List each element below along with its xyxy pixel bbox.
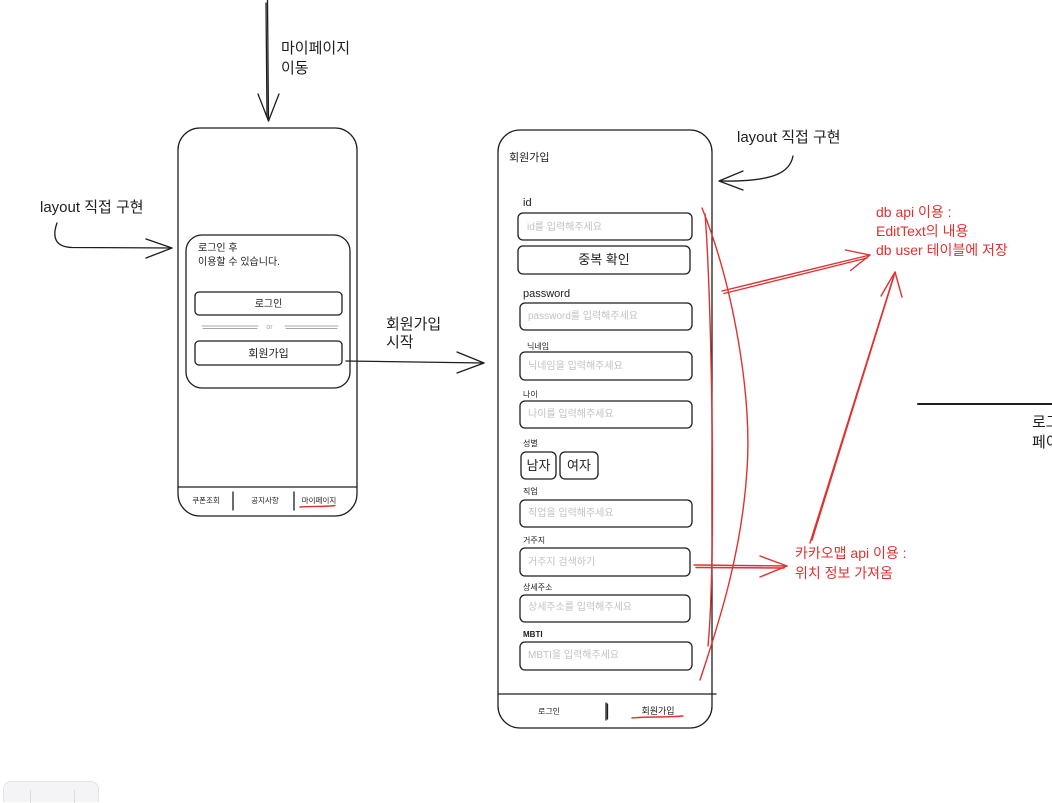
id-input[interactable]: id를 입력해주세요 [517, 212, 693, 241]
nickname-input[interactable]: 닉네임을 입력해주세요 [519, 351, 693, 381]
gender-female-button[interactable]: 여자 [559, 451, 599, 480]
login-button[interactable]: 로그인 [194, 291, 343, 316]
divider-line-left [201, 325, 259, 329]
kakao-note-line-2: 위치 정보 가져옴 [795, 565, 893, 581]
field-label-password: password [523, 288, 570, 300]
field-label-nickname: 닉네임 [527, 342, 549, 351]
bottom-nav: 로그인 회원가입 [538, 702, 684, 721]
active-tab-underline [299, 504, 336, 508]
login-notice-line-2: 이용할 수 있습니다. [198, 256, 280, 268]
signup-start-label-line-2: 시작 [386, 334, 414, 351]
job-input[interactable]: 직업을 입력해주세요 [519, 499, 693, 528]
password-input[interactable]: password를 입력해주세요 [519, 302, 693, 331]
to-mypage-label-line-1: 마이페이지 [281, 40, 350, 57]
offscreen-note-line-2: 페이 [1032, 434, 1052, 451]
duplicate-check-label[interactable]: 중복 확인 [578, 252, 629, 267]
password-input-placeholder: password를 입력해주세요 [528, 309, 638, 322]
mbti-input[interactable]: MBTI을 입력해주세요 [519, 641, 693, 671]
zoom-control-divider [30, 790, 31, 803]
detail-address-input-placeholder: 상세주소를 입력해주세요 [528, 600, 632, 613]
field-label-residence: 거주지 [523, 536, 545, 545]
gender-female-label[interactable]: 여자 [567, 458, 591, 473]
to-mypage-arrow [257, 0, 280, 122]
detail-address-input[interactable]: 상세주소를 입력해주세요 [519, 594, 691, 623]
phone-frame [177, 127, 358, 517]
field-label-gender: 성별 [523, 438, 538, 448]
bottom-nav: 쿠폰조회 공지사항 마이페이지 [192, 491, 337, 511]
signup-start-label-line-1: 회원가입 [386, 316, 441, 333]
signup-button[interactable]: 회원가입 [194, 340, 343, 366]
or-divider: or [201, 324, 339, 331]
login-notice-line-1: 로그인 후 [198, 242, 238, 254]
db-note-line-3: db user 테이블에 저장 [876, 242, 1008, 258]
field-label-id: id [523, 197, 532, 209]
tab-separator [605, 702, 609, 721]
signup-start-arrow [345, 351, 485, 374]
kakao-note-line-1: 카카오맵 api 이용 : [795, 545, 907, 561]
whiteboard-canvas: 마이페이지 이동 layout 직접 구현 로그인 후 이용할 수 있습니다. … [40, 0, 1052, 729]
db-note-line-1: db api 이용 : [876, 204, 952, 220]
offscreen-note-line-1: 로그 [1032, 414, 1052, 431]
left-layout-note: layout 직접 구현 [40, 199, 144, 216]
signup-button-label[interactable]: 회원가입 [248, 347, 288, 360]
login-button-label[interactable]: 로그인 [255, 298, 283, 310]
divider-text: or [266, 324, 273, 331]
right-layout-note: layout 직접 구현 [737, 129, 841, 146]
tab-coupon[interactable]: 쿠폰조회 [192, 496, 220, 505]
page-title: 회원가입 [509, 151, 549, 164]
signup-screen: 회원가입 id id를 입력해주세요 중복 확인 password passwo… [497, 129, 717, 729]
field-label-age: 나이 [523, 389, 538, 399]
residence-input-placeholder: 거주지 검색하기 [528, 555, 595, 568]
age-input-placeholder: 나이를 입력해주세요 [528, 407, 614, 420]
kakao-to-db-arrow [809, 271, 903, 544]
left-layout-arrow [54, 222, 173, 259]
login-screen: 로그인 후 이용할 수 있습니다. 로그인 or 회원가입 쿠폰조회 공지사항 … [177, 127, 358, 517]
age-input[interactable]: 나이를 입력해주세요 [519, 400, 693, 429]
job-input-placeholder: 직업을 입력해주세요 [528, 506, 614, 519]
to-mypage-label-line-2: 이동 [281, 60, 309, 77]
tab-mypage[interactable]: 마이페이지 [302, 495, 337, 505]
db-note-line-2: EditText의 내용 [876, 223, 968, 239]
kakao-arrow [693, 555, 788, 578]
tab-notice[interactable]: 공지사항 [251, 496, 279, 505]
db-arrow [721, 249, 871, 295]
id-input-placeholder: id를 입력해주세요 [527, 220, 602, 233]
gender-male-label[interactable]: 남자 [527, 458, 551, 473]
zoom-control[interactable] [3, 781, 99, 803]
right-layout-arrow [718, 155, 794, 191]
tab-login[interactable]: 로그인 [538, 706, 560, 716]
active-tab-underline [631, 715, 684, 719]
zoom-control-divider [74, 790, 75, 803]
mbti-input-placeholder: MBTI을 입력해주세요 [528, 648, 619, 661]
login-required-card: 로그인 후 이용할 수 있습니다. 로그인 or 회원가입 [185, 234, 351, 389]
field-label-mbti: MBTI [523, 630, 543, 639]
residence-search-input[interactable]: 거주지 검색하기 [519, 547, 691, 577]
form-bracket [699, 207, 749, 681]
field-label-job: 직업 [523, 486, 538, 496]
gender-male-button[interactable]: 남자 [520, 451, 557, 480]
field-label-detail-address: 상세주소 [523, 582, 552, 592]
divider-line-right [284, 325, 339, 329]
tab-signup[interactable]: 회원가입 [641, 705, 674, 716]
nickname-input-placeholder: 닉네임을 입력해주세요 [528, 359, 623, 372]
duplicate-check-button[interactable]: 중복 확인 [517, 245, 691, 275]
